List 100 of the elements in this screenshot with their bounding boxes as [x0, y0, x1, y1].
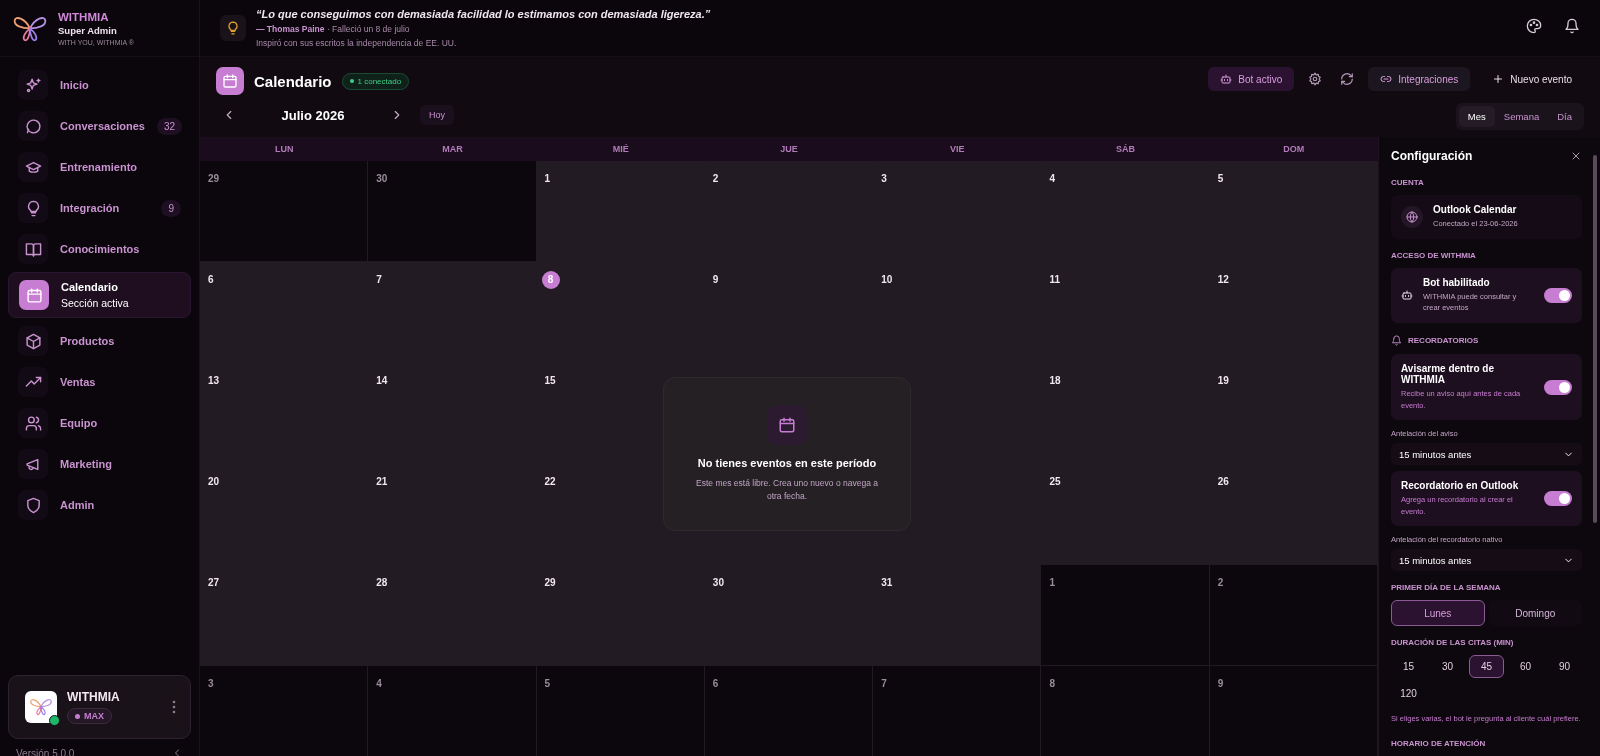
scrollbar[interactable]: [1593, 155, 1597, 523]
day-number: 19: [1217, 375, 1229, 386]
day-cell[interactable]: 7: [873, 666, 1042, 756]
nav-item[interactable]: Calendario Sección activa: [8, 272, 191, 318]
day-cell[interactable]: 9: [1209, 666, 1378, 756]
nav-item[interactable]: Entrenamiento: [8, 149, 191, 185]
day-cell[interactable]: 30: [368, 161, 537, 262]
day-number: 13: [208, 375, 220, 386]
select-field[interactable]: 15 minutos antes: [1391, 549, 1582, 572]
day-cell[interactable]: 7: [368, 262, 537, 363]
day-cell[interactable]: 11: [1041, 262, 1210, 363]
duration-option[interactable]: 45: [1469, 655, 1504, 679]
day-cell[interactable]: 21: [368, 464, 537, 565]
refresh-icon: [1340, 72, 1355, 86]
bot-button[interactable]: Bot activo: [1208, 67, 1295, 91]
day-cell[interactable]: 26: [1209, 464, 1378, 565]
weekday-header: MAR: [441, 143, 464, 156]
globe-icon: [1406, 210, 1418, 223]
day-cell[interactable]: 14: [368, 363, 537, 464]
day-cell[interactable]: 27: [200, 565, 369, 666]
nav-item[interactable]: Conocimientos: [8, 231, 191, 267]
day-cell[interactable]: 3: [200, 666, 369, 756]
settings-icon: [1308, 72, 1323, 86]
nav-item[interactable]: Conversaciones 32: [8, 108, 191, 144]
day-cell[interactable]: 2: [704, 161, 874, 262]
day-cell[interactable]: 6: [704, 666, 874, 756]
day-cell[interactable]: 13: [200, 363, 369, 464]
duration-option[interactable]: 15: [1391, 655, 1426, 679]
day-cell[interactable]: 19: [1209, 363, 1378, 464]
day-number: 1: [1049, 577, 1055, 588]
integrations-button[interactable]: Integraciones: [1368, 67, 1471, 91]
view-tab[interactable]: Mes: [1458, 106, 1495, 127]
section-label: DURACIÓN DE LAS CITAS (MIN): [1391, 638, 1515, 648]
day-cell[interactable]: 8: [1041, 666, 1210, 756]
day-cell[interactable]: 29: [200, 161, 369, 262]
nav-item[interactable]: Integración 9: [8, 190, 191, 226]
day-number: 9: [1217, 678, 1224, 689]
day-number: 30: [712, 577, 724, 588]
weekday-header: JUE: [779, 143, 799, 156]
day-number: 18: [1049, 375, 1061, 386]
day-cell[interactable]: 3: [873, 161, 1042, 262]
day-number: 5: [1217, 173, 1224, 184]
setting-title: Recordatorio en Outlook: [1401, 480, 1520, 492]
view-tab[interactable]: Día: [1548, 106, 1581, 127]
day-cell[interactable]: 12: [1209, 262, 1378, 363]
day-cell[interactable]: 18: [1041, 363, 1210, 464]
day-cell[interactable]: 1: [1041, 565, 1210, 666]
duration-option[interactable]: 60: [1508, 655, 1543, 679]
day-number: 11: [1049, 274, 1060, 285]
day-number: 4: [376, 678, 382, 689]
day-cell[interactable]: 6: [200, 262, 369, 363]
day-cell[interactable]: 30: [704, 565, 874, 666]
day-cell[interactable]: 2: [1209, 565, 1378, 666]
duration-option[interactable]: 30: [1430, 655, 1465, 679]
day-cell[interactable]: 5: [536, 666, 705, 756]
day-cell[interactable]: 10: [873, 262, 1042, 363]
today-button[interactable]: Hoy: [420, 105, 454, 125]
duration-option[interactable]: 90: [1547, 655, 1582, 679]
users-icon: [24, 414, 42, 432]
day-number: 2: [1217, 577, 1224, 588]
day-cell[interactable]: 5: [1209, 161, 1378, 262]
nav-item[interactable]: Marketing: [8, 446, 191, 482]
option-button[interactable]: Lunes: [1391, 600, 1485, 627]
day-number: 15: [544, 375, 556, 386]
day-cell[interactable]: 25: [1041, 464, 1210, 565]
day-cell[interactable]: 29: [536, 565, 705, 666]
day-cell[interactable]: 20: [200, 464, 369, 565]
day-number: 20: [208, 476, 220, 487]
nav-item[interactable]: Productos: [8, 323, 191, 359]
option-button[interactable]: Domingo: [1488, 600, 1582, 627]
duration-option[interactable]: 120: [1391, 682, 1426, 706]
nav-item[interactable]: Admin: [8, 487, 191, 523]
day-cell[interactable]: 4: [1041, 161, 1210, 262]
view-tab[interactable]: Semana: [1494, 106, 1549, 127]
close-button[interactable]: [1570, 150, 1582, 162]
online-dot: [49, 715, 60, 726]
nav-item[interactable]: Inicio: [8, 67, 191, 103]
close-icon: [1570, 150, 1582, 162]
day-cell[interactable]: 28: [368, 565, 537, 666]
day-number: 14: [376, 375, 388, 386]
day-cell[interactable]: 31: [873, 565, 1042, 666]
quote-author: — Thomas Paine · Falleció un 8 de julio: [256, 24, 411, 34]
quote-text: “Lo que conseguimos con demasiada facilidad lo estimamos con demasiada ligereza.”: [256, 8, 711, 20]
day-cell[interactable]: 4: [368, 666, 537, 756]
account-card[interactable]: WITHMIA MAX: [8, 675, 191, 739]
select-field[interactable]: 15 minutos antes: [1391, 443, 1582, 466]
more-icon[interactable]: [172, 700, 176, 714]
toggle-switch[interactable]: [1544, 379, 1572, 395]
nav-item[interactable]: Ventas: [8, 364, 191, 400]
toggle-switch[interactable]: [1544, 287, 1572, 303]
day-cell[interactable]: 9: [704, 262, 874, 363]
toggle-switch[interactable]: [1544, 491, 1572, 507]
day-number: 25: [1049, 476, 1061, 487]
day-number: 12: [1217, 274, 1229, 285]
nav-item[interactable]: Equipo: [8, 405, 191, 441]
day-number: 6: [712, 678, 719, 689]
weekday-header: DOM: [1282, 143, 1306, 156]
day-cell[interactable]: 1: [536, 161, 705, 262]
status-badge: 1 conectado: [341, 72, 410, 90]
new-event-button[interactable]: Nuevo evento: [1480, 67, 1584, 91]
